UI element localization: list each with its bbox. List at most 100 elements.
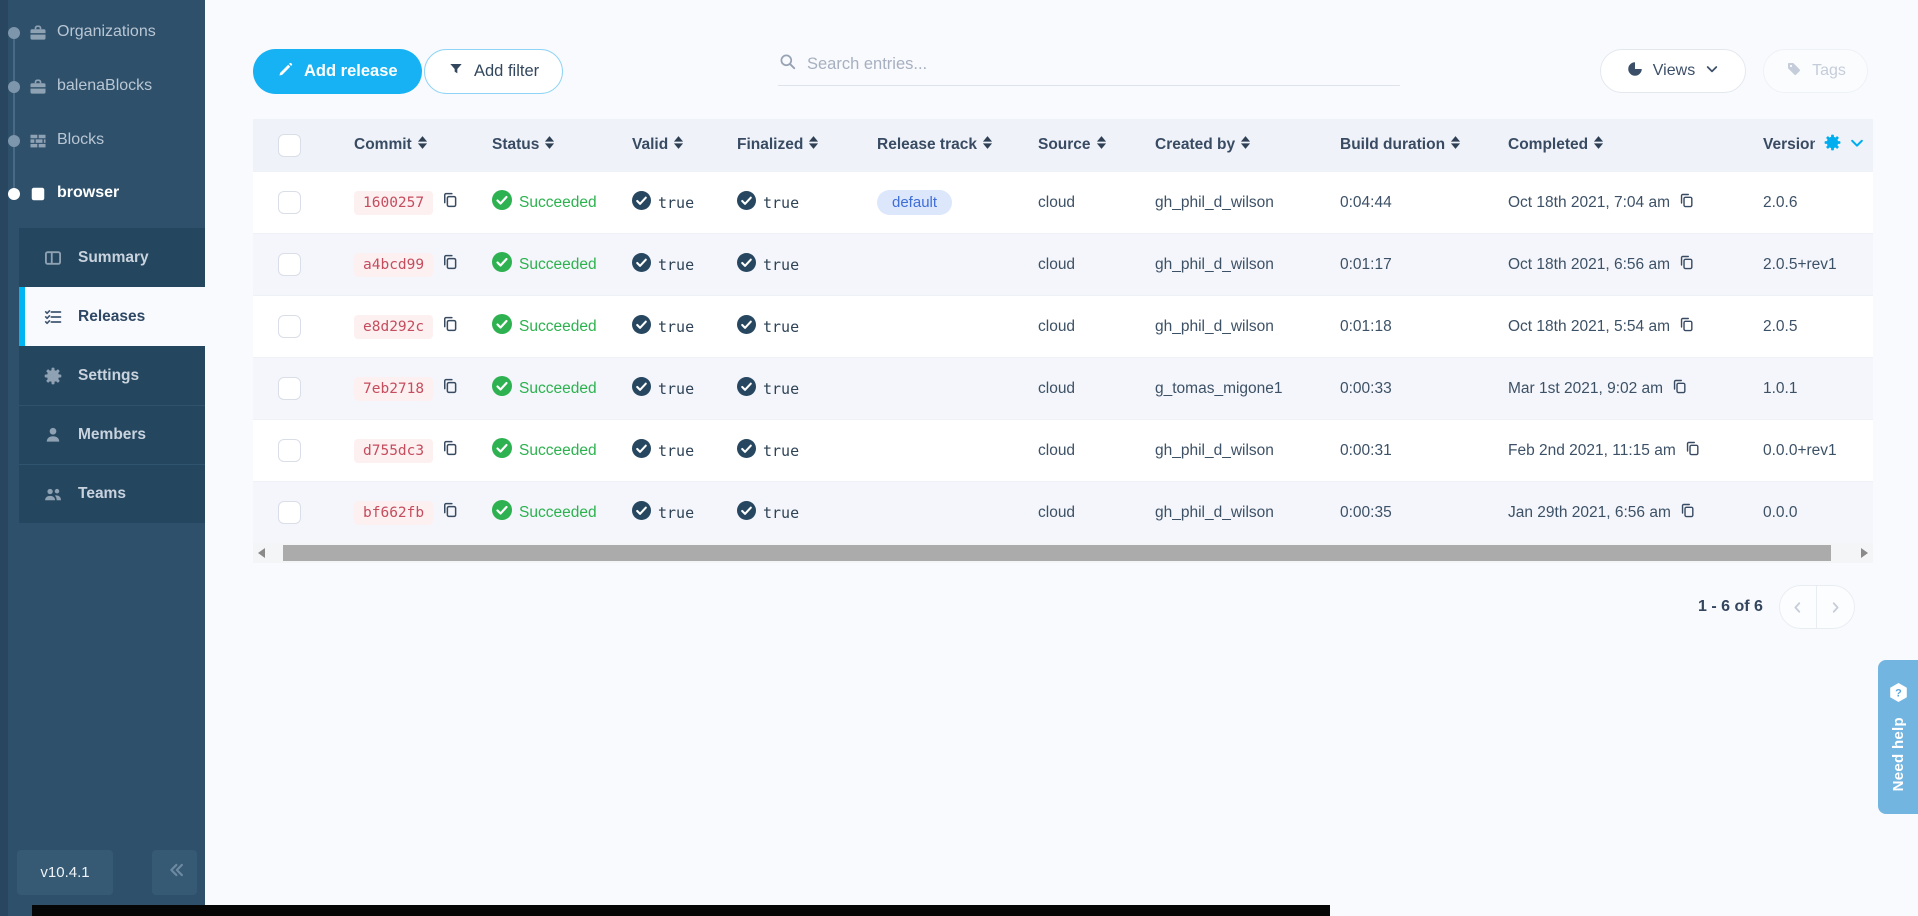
timeline-dot (8, 135, 20, 147)
valid-cell: true (616, 439, 721, 463)
scroll-left-arrow[interactable] (253, 543, 270, 563)
sort-icon (1240, 135, 1251, 155)
sidebar-item-organizations[interactable]: Organizations (0, 11, 205, 55)
sidebar-item-summary[interactable]: Summary (19, 228, 205, 287)
scrollbar-thumb[interactable] (283, 545, 1831, 561)
timeline-dot (8, 81, 20, 93)
commit-hash: bf662fb (354, 501, 433, 525)
sort-icon (982, 135, 993, 155)
next-page-button[interactable] (1817, 586, 1854, 628)
tags-button[interactable]: Tags (1763, 49, 1868, 93)
search-input[interactable] (807, 55, 1400, 74)
select-all-checkbox[interactable] (278, 134, 301, 157)
copy-icon[interactable] (1679, 502, 1696, 524)
dashboard-version-badge: v10.4.1 (17, 850, 113, 895)
valid-value: true (658, 318, 694, 336)
row-checkbox[interactable] (278, 439, 301, 462)
table-row[interactable]: a4bcd99 Succeeded true (253, 233, 1873, 295)
copy-icon[interactable] (1678, 192, 1695, 214)
column-header-version[interactable]: Version (1747, 133, 1873, 157)
created-by-value: gh_phil_d_wilson (1155, 318, 1274, 336)
chevron-down-icon (1704, 61, 1720, 82)
check-circle-icon (632, 439, 651, 463)
add-filter-label: Add filter (474, 62, 539, 81)
column-header-created-by[interactable]: Created by (1139, 135, 1324, 155)
sort-icon (544, 135, 555, 155)
valid-cell: true (616, 377, 721, 401)
add-release-button[interactable]: Add release (253, 49, 422, 94)
column-settings-gear-icon[interactable] (1823, 133, 1842, 157)
copy-icon[interactable] (1678, 316, 1695, 338)
completed-value: Oct 18th 2021, 7:04 am (1508, 194, 1670, 212)
sidebar-item-label: Summary (78, 249, 149, 267)
finalized-cell: true (721, 191, 861, 215)
left-triangle-icon (258, 548, 265, 558)
status-cell: Succeeded (476, 252, 616, 277)
copy-icon[interactable] (441, 501, 459, 524)
sidebar-item-releases[interactable]: Releases (19, 287, 205, 346)
finalized-value: true (763, 256, 799, 274)
commit-hash: e8d292c (354, 315, 433, 339)
column-header-finalized[interactable]: Finalized (721, 135, 861, 155)
question-hexagon-icon: ? (1888, 682, 1909, 708)
sidebar-item-blocks[interactable]: Blocks (0, 119, 205, 163)
sort-icon (1450, 135, 1461, 155)
row-checkbox[interactable] (278, 377, 301, 400)
sidebar-item-members[interactable]: Members (19, 405, 205, 464)
valid-cell: true (616, 501, 721, 525)
row-checkbox[interactable] (278, 315, 301, 338)
horizontal-scrollbar[interactable] (253, 543, 1873, 563)
copy-icon[interactable] (1678, 254, 1695, 276)
sidebar-item-teams[interactable]: Teams (19, 464, 205, 523)
table-row[interactable]: 1600257 Succeeded true (253, 171, 1873, 233)
table-header-row: Commit Status Valid Finalized Release tr… (253, 119, 1873, 171)
copy-icon[interactable] (441, 377, 459, 400)
column-header-commit[interactable]: Commit (338, 135, 476, 155)
finalized-cell: true (721, 253, 861, 277)
row-checkbox[interactable] (278, 253, 301, 276)
created-by-value: gh_phil_d_wilson (1155, 442, 1274, 460)
table-row[interactable]: d755dc3 Succeeded true (253, 419, 1873, 481)
add-filter-button[interactable]: Add filter (424, 49, 563, 94)
views-button[interactable]: Views (1600, 49, 1746, 93)
version-cell: 2.0.5 (1747, 318, 1873, 336)
need-help-tab[interactable]: ? Need help (1878, 660, 1918, 814)
sidebar-collapse-button[interactable] (152, 850, 197, 895)
copy-icon[interactable] (441, 439, 459, 462)
table-row[interactable]: e8d292c Succeeded true (253, 295, 1873, 357)
chevron-down-icon[interactable] (1848, 134, 1866, 157)
finalized-value: true (763, 442, 799, 460)
tags-icon (1785, 60, 1803, 83)
column-header-status[interactable]: Status (476, 135, 616, 155)
valid-cell: true (616, 315, 721, 339)
status-label: Succeeded (519, 318, 597, 336)
scroll-right-arrow[interactable] (1856, 543, 1873, 563)
copy-icon[interactable] (1684, 440, 1701, 462)
column-header-release-track[interactable]: Release track (861, 135, 1022, 155)
sidebar-item-label: Members (78, 426, 146, 444)
check-circle-icon (737, 377, 756, 401)
copy-icon[interactable] (1671, 378, 1688, 400)
row-checkbox[interactable] (278, 501, 301, 524)
column-header-valid[interactable]: Valid (616, 135, 721, 155)
double-chevron-left-icon (164, 859, 186, 886)
sidebar-item-browser[interactable]: browser (0, 172, 205, 216)
status-label: Succeeded (519, 504, 597, 522)
copy-icon[interactable] (441, 253, 459, 276)
row-checkbox[interactable] (278, 191, 301, 214)
column-header-source[interactable]: Source (1022, 135, 1139, 155)
copy-icon[interactable] (441, 315, 459, 338)
gear-icon (43, 366, 63, 386)
previous-page-button[interactable] (1780, 586, 1817, 628)
column-label: Created by (1155, 136, 1235, 154)
copy-icon[interactable] (441, 191, 459, 214)
table-row[interactable]: bf662fb Succeeded true (253, 481, 1873, 543)
commit-hash: 7eb2718 (354, 377, 433, 401)
sidebar-item-settings[interactable]: Settings (19, 346, 205, 405)
sort-icon (808, 135, 819, 155)
check-circle-icon (492, 252, 512, 277)
sidebar-item-balenablocks[interactable]: balenaBlocks (0, 65, 205, 109)
column-header-build-duration[interactable]: Build duration (1324, 135, 1492, 155)
table-row[interactable]: 7eb2718 Succeeded true (253, 357, 1873, 419)
column-header-completed[interactable]: Completed (1492, 135, 1747, 155)
